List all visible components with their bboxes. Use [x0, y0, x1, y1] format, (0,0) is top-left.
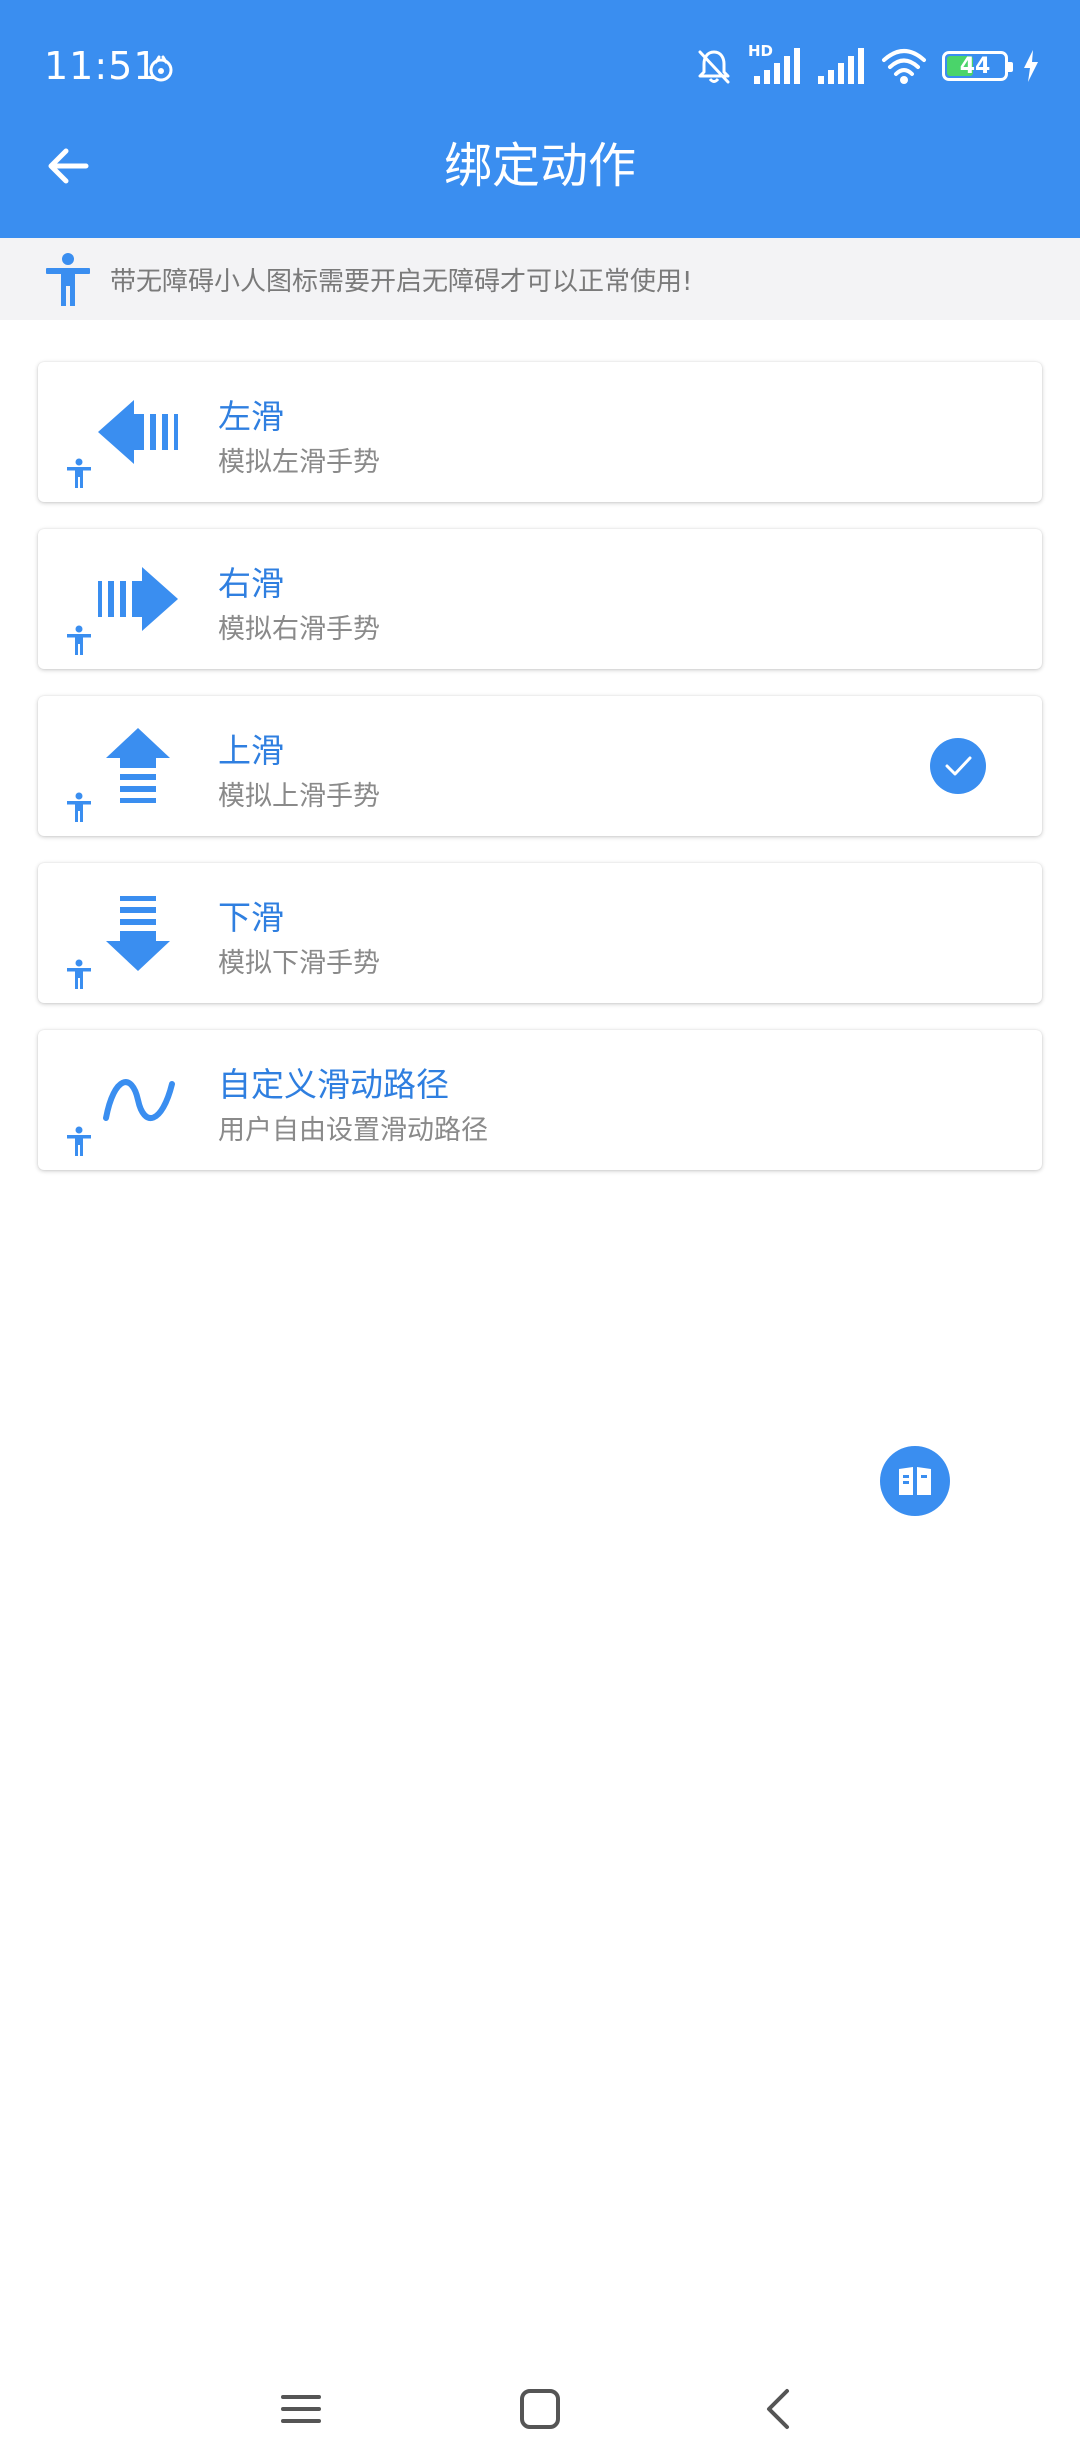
status-time: 11:51 [44, 44, 159, 88]
nav-back-button[interactable] [744, 2374, 814, 2444]
signal-icon [818, 48, 864, 84]
app-header: 11:51 HD 44 绑定动作 [0, 0, 1080, 238]
swipe-right-arrow-icon [98, 567, 178, 631]
accessibility-person-icon [67, 625, 91, 655]
custom-path-wave-icon [103, 1079, 175, 1121]
action-subtitle: 用户自由设置滑动路径 [218, 1115, 488, 1146]
action-card-swipe-down[interactable]: 下滑 模拟下滑手势 [38, 863, 1042, 1003]
action-title: 下滑 [218, 898, 284, 937]
help-book-button[interactable] [880, 1446, 950, 1516]
action-title: 左滑 [218, 397, 284, 436]
action-card-swipe-left[interactable]: 左滑 模拟左滑手势 [38, 362, 1042, 502]
action-subtitle: 模拟右滑手势 [218, 614, 380, 645]
charging-icon [1024, 50, 1038, 82]
action-title: 右滑 [218, 564, 284, 603]
wifi-icon [882, 49, 926, 84]
system-nav-bar [0, 2350, 1080, 2460]
home-square-icon [520, 2389, 560, 2429]
signal-hd-icon: HD [748, 42, 802, 86]
action-subtitle: 模拟上滑手势 [218, 781, 380, 812]
accessibility-person-icon [67, 792, 91, 822]
book-icon [899, 1467, 931, 1495]
swipe-down-arrow-icon [106, 896, 170, 971]
action-title: 自定义滑动路径 [218, 1065, 449, 1104]
action-list: 左滑 模拟左滑手势 右滑 模拟右滑手势 上滑 模拟上滑手势 下滑 模拟下滑手势 … [38, 362, 1042, 1197]
accessibility-person-icon [67, 959, 91, 989]
back-chevron-icon [767, 2389, 789, 2429]
menu-icon [281, 2395, 321, 2423]
check-circle-icon [945, 756, 972, 776]
battery-icon: 44 [942, 51, 1013, 81]
status-icons: HD 44 [694, 42, 1040, 88]
action-title: 上滑 [218, 731, 284, 770]
accessibility-notice: 带无障碍小人图标需要开启无障碍才可以正常使用! [0, 238, 1080, 320]
nav-menu-button[interactable] [266, 2374, 336, 2444]
bell-muted-icon [698, 50, 730, 84]
action-subtitle: 模拟左滑手势 [218, 447, 380, 478]
accessibility-person-icon [67, 1126, 91, 1156]
action-card-swipe-up[interactable]: 上滑 模拟上滑手势 [38, 696, 1042, 836]
battery-percent: 44 [959, 53, 991, 79]
notice-text: 带无障碍小人图标需要开启无障碍才可以正常使用! [110, 266, 693, 297]
action-card-swipe-right[interactable]: 右滑 模拟右滑手势 [38, 529, 1042, 669]
selected-check [930, 738, 986, 794]
action-card-custom-path[interactable]: 自定义滑动路径 用户自由设置滑动路径 [38, 1030, 1042, 1170]
swipe-up-arrow-icon [106, 728, 170, 803]
action-subtitle: 模拟下滑手势 [218, 948, 380, 979]
swipe-left-arrow-icon [98, 400, 178, 464]
app-notification-icon [149, 55, 173, 82]
accessibility-person-icon [46, 253, 90, 306]
accessibility-person-icon [67, 458, 91, 488]
nav-home-button[interactable] [505, 2374, 575, 2444]
page-title: 绑定动作 [443, 138, 636, 194]
